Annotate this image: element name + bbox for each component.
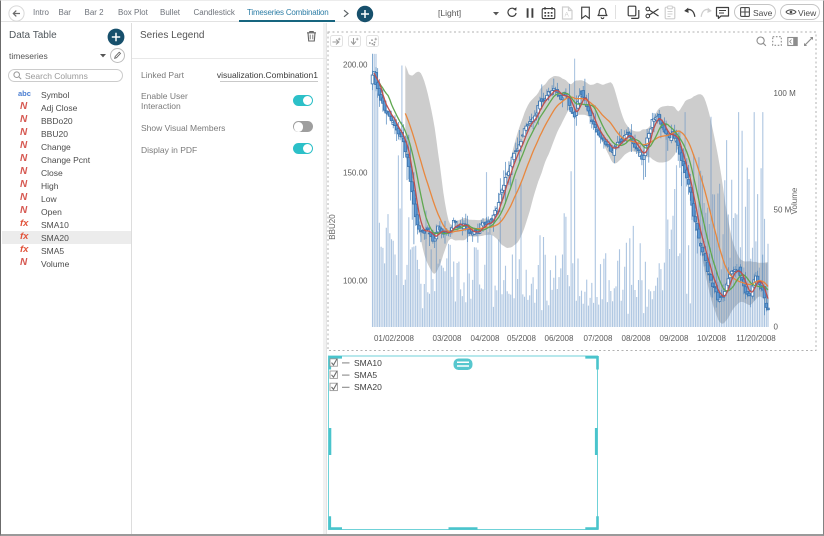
svg-text:SMA20: SMA20 bbox=[354, 382, 382, 392]
svg-text:SMA5: SMA5 bbox=[354, 370, 377, 380]
svg-text:SMA10: SMA10 bbox=[354, 358, 382, 368]
